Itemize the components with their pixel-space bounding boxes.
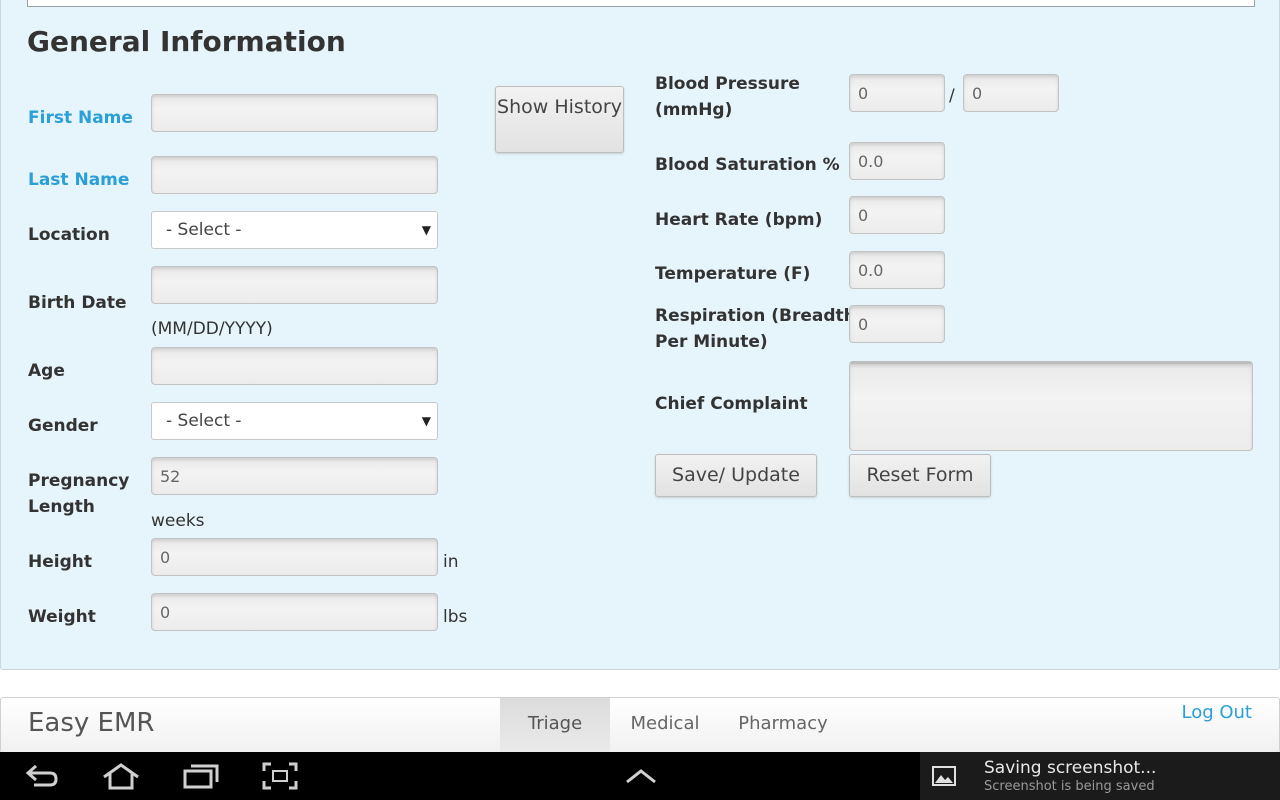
tab-pharmacy[interactable]: Pharmacy [723,698,843,752]
dropdown-arrow-icon: ▼ [421,223,431,237]
reset-form-button[interactable]: Reset Form [849,454,991,497]
notification-title: Saving screenshot... [984,758,1157,778]
tab-medical[interactable]: Medical [613,698,717,752]
weight-label: Weight [28,607,96,627]
chief-complaint-label: Chief Complaint [655,394,808,414]
recent-apps-icon[interactable] [182,762,220,794]
screenshot-icon[interactable] [262,762,298,794]
location-select[interactable]: - Select - ▼ [151,211,438,249]
location-selected-value: - Select - [166,220,242,240]
diastolic-input[interactable]: 0 [963,74,1059,112]
notification-subtitle: Screenshot is being saved [984,779,1155,794]
pregnancy-length-unit: weeks [151,511,205,531]
log-out-link[interactable]: Log Out [1181,702,1252,723]
gender-label: Gender [28,416,98,436]
screenshot-notification[interactable]: Saving screenshot... Screenshot is being… [920,752,1280,800]
last-name-input[interactable] [151,156,438,194]
system-navigation-bar: Saving screenshot... Screenshot is being… [0,752,1280,800]
pregnancy-length-label-line2: Length [28,497,95,517]
age-label: Age [28,361,65,381]
back-icon[interactable] [24,762,60,794]
blood-saturation-label: Blood Saturation % [655,155,840,175]
image-icon [932,764,956,792]
pregnancy-length-label-line1: Pregnancy [28,471,130,491]
respiration-label-line1: Respiration (Breadths [655,306,866,326]
gender-select[interactable]: - Select - ▼ [151,402,438,440]
respiration-label-line2: Per Minute) [655,332,768,352]
blood-pressure-label-line2: (mmHg) [655,100,733,120]
birth-date-format-hint: (MM/DD/YYYY) [151,319,273,339]
first-name-label: First Name [28,108,133,128]
chevron-up-icon[interactable] [624,766,658,790]
birth-date-input[interactable] [151,266,438,304]
general-information-panel: General Information First Name Last Name… [0,0,1280,670]
pregnancy-length-input[interactable]: 52 [151,457,438,495]
save-update-button[interactable]: Save/ Update [655,454,817,497]
height-input[interactable]: 0 [151,538,438,576]
systolic-input[interactable]: 0 [849,74,945,112]
temperature-input[interactable]: 0.0 [849,251,945,289]
respiration-input[interactable]: 0 [849,305,945,343]
age-input[interactable] [151,347,438,385]
heart-rate-input[interactable]: 0 [849,196,945,234]
tab-triage[interactable]: Triage [500,698,610,752]
first-name-input[interactable] [151,94,438,132]
birth-date-label: Birth Date [28,293,127,313]
blood-saturation-input[interactable]: 0.0 [849,142,945,180]
last-name-label: Last Name [28,170,130,190]
blood-pressure-label-line1: Blood Pressure [655,74,800,94]
blood-pressure-separator: / [949,86,955,106]
app-navigation-bar: Easy EMR Triage Medical Pharmacy Log Out [0,697,1280,753]
height-unit: in [443,552,459,572]
heart-rate-label: Heart Rate (bpm) [655,210,823,230]
weight-input[interactable]: 0 [151,593,438,631]
chief-complaint-textarea[interactable] [849,361,1253,451]
location-label: Location [28,225,110,245]
weight-unit: lbs [443,607,468,627]
section-title: General Information [27,25,346,58]
temperature-label: Temperature (F) [655,264,811,284]
show-history-button[interactable]: Show History [495,86,624,153]
top-divider [27,0,1255,7]
app-title: Easy EMR [28,708,155,738]
height-label: Height [28,552,92,572]
dropdown-arrow-icon: ▼ [421,414,431,428]
home-icon[interactable] [101,762,141,794]
gender-selected-value: - Select - [166,411,242,431]
